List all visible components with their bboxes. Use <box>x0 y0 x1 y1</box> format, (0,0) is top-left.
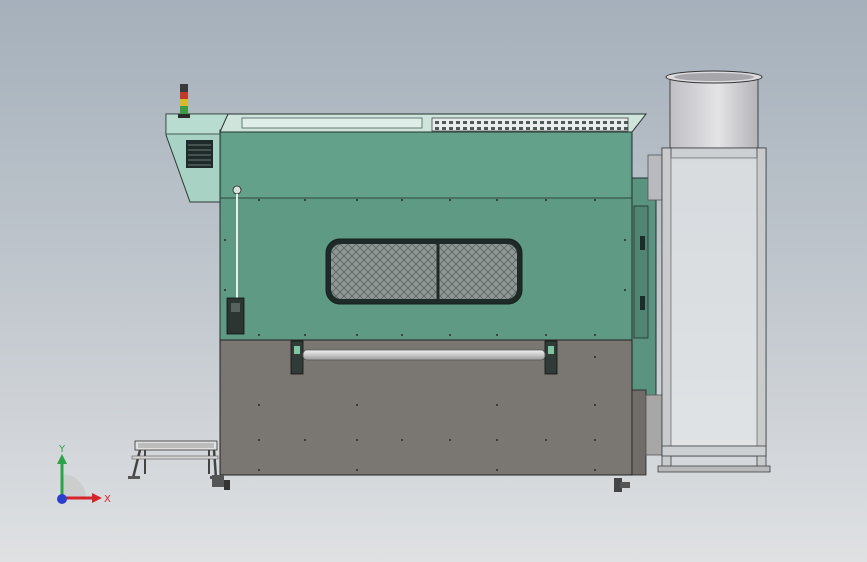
coordinate-triad[interactable]: Y X <box>57 444 111 505</box>
duct-support-frame[interactable] <box>657 147 771 473</box>
top-cover[interactable] <box>219 113 648 133</box>
tower-light-red <box>180 92 188 99</box>
foot-left <box>212 475 224 487</box>
tower-light-green <box>180 106 188 114</box>
step-ladder[interactable] <box>128 440 222 479</box>
main-housing-lower[interactable] <box>212 339 647 492</box>
model-canvas[interactable]: Y X <box>0 0 867 562</box>
cad-viewport[interactable]: Y X <box>0 0 867 562</box>
y-arrow-icon <box>57 454 67 464</box>
y-axis-label: Y <box>58 444 66 455</box>
tower-light-yellow <box>180 99 188 106</box>
tower-light-top <box>180 84 188 92</box>
z-axis-dot-icon <box>57 494 67 504</box>
top-grill <box>431 117 629 132</box>
viewing-window[interactable] <box>325 238 523 305</box>
x-arrow-icon <box>92 493 102 503</box>
signal-tower[interactable] <box>178 84 190 118</box>
vent-icon <box>186 140 213 168</box>
x-axis-label: X <box>104 494 111 505</box>
